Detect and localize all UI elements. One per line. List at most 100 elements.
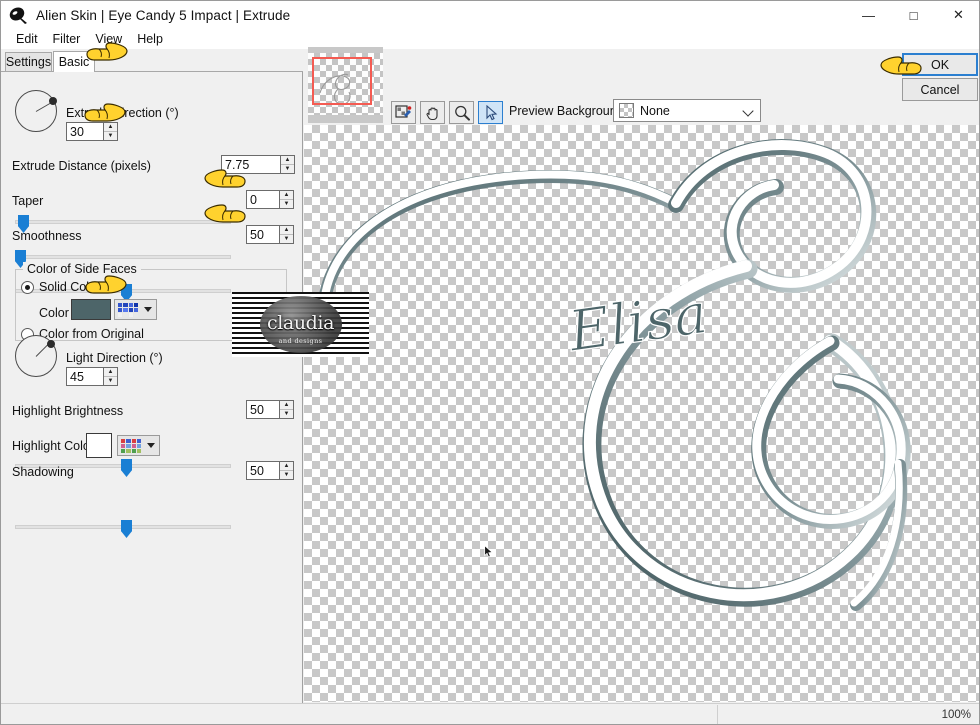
spin-down-icon[interactable]: ▼ xyxy=(280,410,293,419)
slider-thumb[interactable] xyxy=(121,520,132,538)
spin-down-icon[interactable]: ▼ xyxy=(280,235,293,244)
svg-text:Elisa: Elisa xyxy=(564,281,712,365)
color-from-original-label: Color from Original xyxy=(39,327,144,341)
taper-label: Taper xyxy=(12,194,44,208)
smoothness-arrows[interactable]: ▲ ▼ xyxy=(279,225,294,244)
palette-grid-icon xyxy=(121,438,141,453)
basic-tab-content: Extrude Direction (°) 30 ▲ ▼ Extrude Dis… xyxy=(1,72,302,703)
spin-up-icon[interactable]: ▲ xyxy=(281,156,294,165)
extrude-dialog-window: Alien Skin | Eye Candy 5 Impact | Extrud… xyxy=(0,0,980,725)
menu-item-filter[interactable]: Filter xyxy=(46,31,89,47)
extrude-distance-label: Extrude Distance (pixels) xyxy=(12,159,151,173)
extrude-distance-arrows[interactable]: ▲ ▼ xyxy=(280,155,295,174)
pointer-tool-button[interactable] xyxy=(478,101,503,124)
shadowing-arrows[interactable]: ▲ ▼ xyxy=(279,461,294,480)
tab-strip: Settings Basic xyxy=(1,49,303,73)
light-direction-arrows[interactable]: ▲ ▼ xyxy=(103,367,118,386)
dial-knob[interactable] xyxy=(49,97,57,105)
taper-spinner[interactable]: 0 ▲ ▼ xyxy=(246,190,294,209)
radio-solid-color[interactable] xyxy=(21,281,34,294)
title-bar: Alien Skin | Eye Candy 5 Impact | Extrud… xyxy=(1,1,979,29)
chevron-down-icon xyxy=(147,443,155,448)
light-direction-spinner[interactable]: 45 ▲ ▼ xyxy=(66,367,118,386)
preview-area: Preview Background: None OK Cancel Elisa xyxy=(303,47,979,703)
highlight-brightness-value[interactable]: 50 xyxy=(246,400,279,419)
settings-panel: Settings Basic Extrude Direction (°) 30 … xyxy=(1,49,303,703)
taper-value[interactable]: 0 xyxy=(246,190,279,209)
slider-track[interactable] xyxy=(15,255,231,259)
preview-background-label: Preview Background: xyxy=(509,104,628,118)
slider-thumb[interactable] xyxy=(121,459,132,477)
hand-tool-button[interactable] xyxy=(420,101,445,124)
chevron-down-icon xyxy=(144,307,152,312)
color-label: Color xyxy=(39,306,69,320)
arrow-pointer-icon xyxy=(485,104,497,120)
preview-background-value: None xyxy=(640,103,670,118)
window-controls: — □ ✕ xyxy=(846,1,979,29)
watermark-subtext: and designs xyxy=(278,337,323,345)
spin-down-icon[interactable]: ▼ xyxy=(280,200,293,209)
preview-canvas[interactable]: Elisa xyxy=(304,125,979,702)
smoothness-label: Smoothness xyxy=(12,229,82,243)
spin-up-icon[interactable]: ▲ xyxy=(280,401,293,410)
annotation-hand-pointer-taper xyxy=(203,165,247,191)
annotation-hand-pointer-extrude-direction xyxy=(83,99,127,125)
annotation-hand-pointer-view-menu xyxy=(85,38,129,64)
transparency-swatch-icon xyxy=(619,103,634,118)
spin-up-icon[interactable]: ▲ xyxy=(280,462,293,471)
shadowing-slider[interactable] xyxy=(15,520,231,538)
highlight-color-label: Highlight Color xyxy=(12,439,94,453)
spin-down-icon[interactable]: ▼ xyxy=(104,377,117,386)
highlight-brightness-arrows[interactable]: ▲ ▼ xyxy=(279,400,294,419)
light-direction-dial[interactable] xyxy=(15,335,57,377)
extruded-glyph-preview: Elisa xyxy=(317,139,911,611)
signature-elisa: Elisa xyxy=(563,281,712,366)
eyedropper-icon xyxy=(395,104,412,118)
taper-arrows[interactable]: ▲ ▼ xyxy=(279,190,294,209)
preview-background-combobox[interactable]: None xyxy=(613,99,761,122)
eyedropper-tool-button[interactable] xyxy=(391,101,416,124)
maximize-button[interactable]: □ xyxy=(891,1,936,29)
spin-up-icon[interactable]: ▲ xyxy=(280,226,293,235)
hand-icon xyxy=(425,106,438,120)
light-direction-label: Light Direction (°) xyxy=(66,351,163,365)
watermark-text: claudia xyxy=(266,312,335,334)
zoom-tool-button[interactable] xyxy=(449,101,474,124)
mouse-cursor-icon xyxy=(484,544,494,558)
magnifier-icon xyxy=(454,105,470,121)
close-button[interactable]: ✕ xyxy=(936,1,979,29)
menu-bar: Edit Filter View Help xyxy=(1,29,979,49)
zoom-level-indicator: 100% xyxy=(941,708,971,721)
smoothness-value[interactable]: 50 xyxy=(246,225,279,244)
minimize-button[interactable]: — xyxy=(846,1,891,29)
tab-settings[interactable]: Settings xyxy=(5,52,52,72)
extrude-direction-dial[interactable] xyxy=(15,90,57,132)
highlight-brightness-spinner[interactable]: 50 ▲ ▼ xyxy=(246,400,294,419)
light-direction-value[interactable]: 45 xyxy=(66,367,103,386)
extrude-distance-slider[interactable] xyxy=(15,215,231,233)
chevron-down-icon[interactable] xyxy=(742,105,754,117)
spin-up-icon[interactable]: ▲ xyxy=(280,191,293,200)
highlight-color-swatch[interactable] xyxy=(86,433,112,458)
annotation-hand-pointer-smoothness xyxy=(203,200,247,226)
menu-item-edit[interactable]: Edit xyxy=(9,31,46,47)
cancel-button[interactable]: Cancel xyxy=(902,78,978,101)
smoothness-spinner[interactable]: 50 ▲ ▼ xyxy=(246,225,294,244)
dial-knob[interactable] xyxy=(47,340,55,348)
side-face-color-swatch[interactable] xyxy=(71,299,111,320)
shadowing-spinner[interactable]: 50 ▲ ▼ xyxy=(246,461,294,480)
navigator-viewport-box[interactable] xyxy=(312,57,372,105)
spin-down-icon[interactable]: ▼ xyxy=(104,132,117,141)
spin-up-icon[interactable]: ▲ xyxy=(104,368,117,377)
side-face-palette-dropdown[interactable] xyxy=(114,299,157,320)
slider-track[interactable] xyxy=(15,220,231,224)
menu-item-help[interactable]: Help xyxy=(130,31,171,47)
spin-down-icon[interactable]: ▼ xyxy=(280,471,293,480)
highlight-brightness-label: Highlight Brightness xyxy=(12,404,124,418)
navigator-panel xyxy=(308,47,383,123)
spin-down-icon[interactable]: ▼ xyxy=(281,165,294,174)
shadowing-value[interactable]: 50 xyxy=(246,461,279,480)
watermark-overlay: claudia and designs xyxy=(232,292,369,357)
highlight-color-palette-dropdown[interactable] xyxy=(117,435,160,456)
annotation-hand-pointer-color-swatch xyxy=(84,271,128,297)
